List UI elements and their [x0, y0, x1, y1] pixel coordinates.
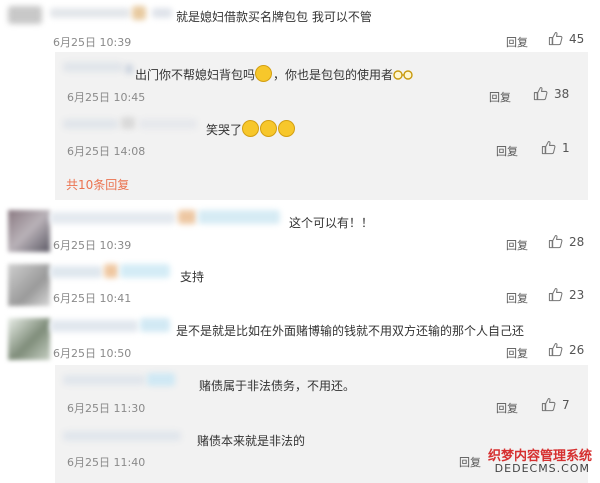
- like-button[interactable]: 1: [541, 140, 570, 155]
- avatar[interactable]: [8, 264, 50, 306]
- comment-text: 支持: [180, 270, 205, 284]
- avatar[interactable]: [8, 210, 50, 252]
- reply-time: 6月25日 10:45: [67, 91, 146, 104]
- like-button[interactable]: 23: [548, 287, 584, 302]
- more-replies-link[interactable]: 共10条回复: [66, 176, 129, 193]
- username-blurred[interactable]: [50, 8, 130, 18]
- badge-blurred: [178, 210, 196, 224]
- laughing-emoji-icon: [242, 120, 260, 137]
- thumbs-up-icon: [548, 342, 563, 357]
- username-blurred[interactable]: [50, 320, 138, 332]
- reply-button[interactable]: 回复: [496, 400, 518, 416]
- reply-time: 6月25日 11:40: [67, 456, 146, 469]
- reply-button[interactable]: 回复: [506, 34, 528, 50]
- thumbs-up-icon: [548, 31, 563, 46]
- reply-button[interactable]: 回复: [489, 89, 511, 105]
- thumbs-up-icon: [541, 140, 556, 155]
- avatar[interactable]: [8, 318, 50, 360]
- comment-text: 是不是就是比如在外面赌博输的钱就不用双方还输的那个人自己还: [176, 324, 525, 338]
- thumbs-up-icon: [548, 234, 563, 249]
- reply-button[interactable]: 回复: [496, 143, 518, 159]
- username-blurred: [152, 8, 172, 18]
- badge-blurred: [132, 6, 146, 20]
- like-count: 45: [569, 31, 585, 46]
- badge-blurred: [104, 264, 118, 278]
- reply-time: 6月25日 14:08: [67, 145, 146, 158]
- username-blurred: [139, 119, 197, 129]
- comment-time: 6月25日 10:39: [53, 239, 132, 252]
- like-count: 28: [569, 234, 585, 249]
- reply-text: 笑哭了: [206, 120, 296, 138]
- like-button[interactable]: 38: [533, 86, 569, 101]
- comment-time: 6月25日 10:41: [53, 292, 132, 305]
- like-count: 23: [569, 287, 585, 302]
- like-count: 1: [562, 140, 570, 155]
- thumbs-up-icon: [548, 287, 563, 302]
- reply-panel: 出门你不帮媳妇背包吗 ，你也是包包的使用者 6月25日 10:45 回复 38 笑…: [55, 52, 588, 200]
- username-blurred[interactable]: [50, 266, 102, 278]
- reply-text: 出门你不帮媳妇背包吗 ，你也是包包的使用者: [135, 65, 413, 83]
- reply-text: 赌债本来就是非法的: [197, 434, 306, 448]
- comment-time: 6月25日 10:50: [53, 347, 132, 360]
- username-blurred[interactable]: [63, 431, 181, 441]
- username-blurred[interactable]: [63, 375, 145, 385]
- like-button[interactable]: 45: [548, 31, 584, 46]
- like-count: 7: [562, 397, 570, 412]
- like-button[interactable]: 7: [541, 397, 570, 412]
- reply-text: 赌债属于非法债务，不用还。: [199, 379, 356, 393]
- comment-time: 6月25日 10:39: [53, 36, 132, 49]
- username-blurred: [121, 117, 135, 129]
- laughing-emoji-icon: [260, 120, 278, 137]
- username-blurred[interactable]: [63, 62, 123, 72]
- username-blurred[interactable]: [50, 212, 175, 224]
- reply-time: 6月25日 11:30: [67, 402, 146, 415]
- badge-blurred: [198, 210, 280, 224]
- like-count: 38: [554, 86, 570, 101]
- like-count: 26: [569, 342, 585, 357]
- comment-text: 这个可以有！！: [289, 216, 374, 230]
- thumbs-up-icon: [541, 397, 556, 412]
- glasses-emoji-icon: [393, 70, 413, 80]
- badge-blurred: [140, 318, 170, 332]
- reply-button[interactable]: 回复: [459, 454, 481, 470]
- like-button[interactable]: 26: [548, 342, 584, 357]
- username-blurred[interactable]: [63, 119, 118, 129]
- reply-button[interactable]: 回复: [506, 290, 528, 306]
- avatar[interactable]: [8, 6, 42, 24]
- thumbs-up-icon: [533, 86, 548, 101]
- comment-text: 就是媳妇借款买名牌包包 我可以不管: [176, 10, 372, 24]
- badge-blurred: [120, 264, 170, 278]
- reply-button[interactable]: 回复: [506, 345, 528, 361]
- badge-blurred: [147, 373, 175, 386]
- smirk-emoji-icon: [255, 65, 273, 82]
- like-button[interactable]: 28: [548, 234, 584, 249]
- reply-button[interactable]: 回复: [506, 237, 528, 253]
- laughing-emoji-icon: [278, 120, 296, 137]
- username-blurred: [125, 64, 133, 74]
- watermark-domain: DEDECMS.COM: [494, 462, 590, 475]
